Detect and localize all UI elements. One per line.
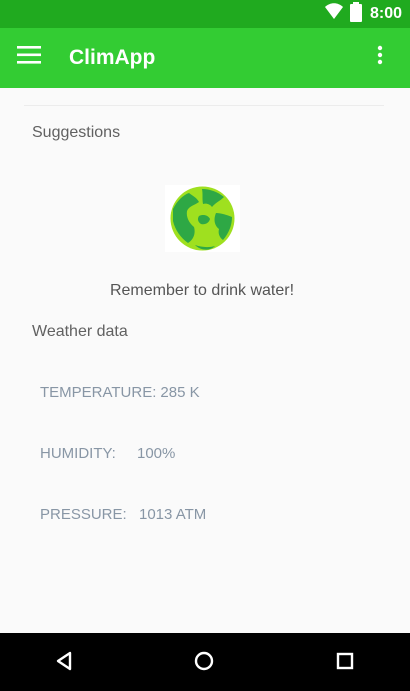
top-divider (24, 105, 384, 106)
humidity-label: HUMIDITY: (40, 445, 116, 462)
suggestions-heading: Suggestions (32, 124, 121, 141)
overflow-menu-button[interactable] (368, 42, 392, 72)
globe-icon (165, 185, 240, 252)
home-icon (193, 650, 215, 677)
weather-data-heading: Weather data (32, 323, 128, 340)
temperature-row: TEMPERATURE: 285 K (40, 384, 200, 401)
humidity-value: 100% (137, 445, 176, 462)
temperature-label: TEMPERATURE: (40, 384, 157, 401)
app-title: ClimApp (69, 46, 156, 69)
back-button[interactable] (44, 643, 84, 683)
phone-screen: 8:00 ClimApp Suggestions Remember to dri… (0, 0, 410, 691)
overflow-menu-icon (377, 45, 383, 70)
status-time: 8:00 (369, 5, 402, 22)
status-icons: 8:00 (324, 0, 402, 28)
temperature-value: 285 K (160, 384, 200, 401)
app-bar: ClimApp (0, 28, 410, 88)
pressure-label: PRESSURE: (40, 506, 127, 523)
humidity-row: HUMIDITY: 100% (40, 445, 175, 462)
status-bar: 8:00 (0, 0, 410, 28)
recents-icon (335, 651, 355, 676)
suggestion-message: Remember to drink water! (109, 282, 295, 299)
pressure-row: PRESSURE: 1013 ATM (40, 506, 206, 523)
back-icon (53, 650, 75, 677)
navigation-bar (0, 633, 410, 691)
menu-button[interactable] (14, 42, 44, 72)
hamburger-menu-icon (17, 45, 41, 69)
home-button[interactable] (184, 643, 224, 683)
battery-icon (349, 1, 362, 27)
main-content: Suggestions Remember to drink water! Wea… (0, 88, 410, 633)
wifi-icon (324, 2, 344, 26)
recents-button[interactable] (325, 643, 365, 683)
pressure-value: 1013 ATM (139, 506, 207, 523)
